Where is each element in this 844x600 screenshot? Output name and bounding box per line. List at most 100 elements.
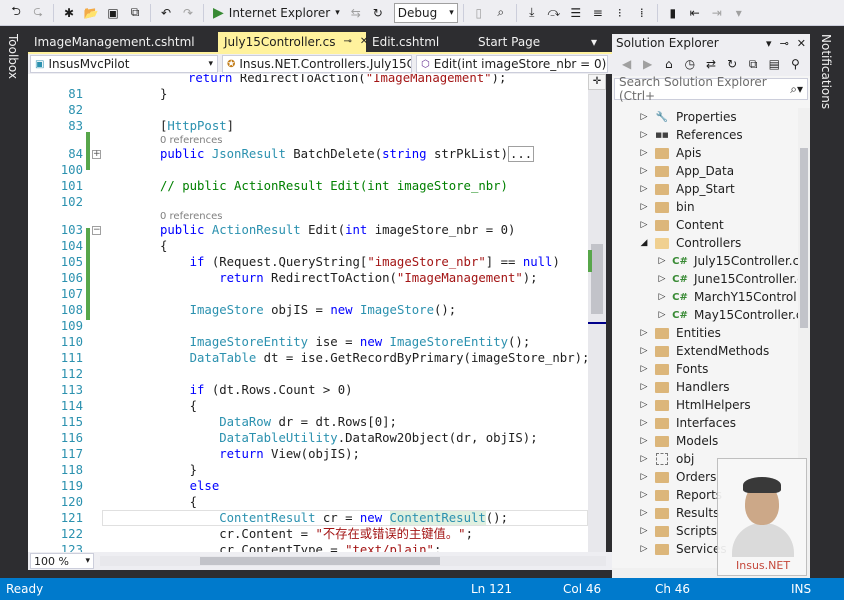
scroll-thumb[interactable] xyxy=(591,244,603,314)
editor-horizontal-scrollbar[interactable] xyxy=(100,556,606,566)
tree-item[interactable]: ▷ Content xyxy=(640,216,724,234)
tree-item[interactable]: ▷ App_Data xyxy=(640,162,735,180)
editor-vertical-scrollbar[interactable] xyxy=(588,74,606,552)
collapsed-arrow-icon[interactable]: ▷ xyxy=(640,184,648,194)
tab-july15controller[interactable]: July15Controller.cs ⊸ ✕ xyxy=(218,32,368,52)
history-icon[interactable]: ◷ xyxy=(681,55,698,73)
tab-overflow-icon[interactable]: ▾ xyxy=(584,32,604,52)
browser-link-icon[interactable]: ⇆ xyxy=(346,3,366,23)
split-view-icon[interactable]: ✛ xyxy=(588,74,606,90)
tree-item[interactable]: ▷ bin xyxy=(640,198,695,216)
collapsed-arrow-icon[interactable]: ▷ xyxy=(640,400,648,410)
tab-start-page[interactable]: Start Page xyxy=(472,32,572,52)
uncomment-icon[interactable]: ⁞ xyxy=(632,3,652,23)
collapsed-arrow-icon[interactable]: ▷ xyxy=(640,166,648,176)
tree-item[interactable]: ▷ Entities xyxy=(640,324,721,342)
collapsed-arrow-icon[interactable]: ▷ xyxy=(640,490,648,500)
tree-item[interactable]: ▷ Interfaces xyxy=(640,414,736,432)
dropdown-icon[interactable]: ▾ xyxy=(766,37,772,50)
collapsed-arrow-icon[interactable]: ▷ xyxy=(658,292,666,302)
collapsed-arrow-icon[interactable]: ▷ xyxy=(640,418,648,428)
pin-icon[interactable]: ⊸ xyxy=(780,37,789,50)
collapsed-arrow-icon[interactable]: ▷ xyxy=(640,508,648,518)
redo-icon[interactable]: ↷ xyxy=(178,3,198,23)
start-debug-button[interactable]: ▶ Internet Explorer ▾ xyxy=(209,3,344,23)
tree-item[interactable]: ▷ Models xyxy=(640,432,719,450)
tree-item[interactable]: ▷ HtmlHelpers xyxy=(640,396,751,414)
collapsed-arrow-icon[interactable]: ▷ xyxy=(640,112,648,122)
tree-item[interactable]: ▷ App_Start xyxy=(640,180,735,198)
collapsed-arrow-icon[interactable]: ▷ xyxy=(640,382,648,392)
step-over-icon[interactable]: ⤼ xyxy=(544,3,564,23)
collapsed-arrow-icon[interactable]: ▷ xyxy=(658,274,666,284)
sync-icon[interactable]: ⇄ xyxy=(702,55,719,73)
scroll-thumb[interactable] xyxy=(800,148,808,328)
tree-item[interactable]: ▷ C# May15Controller.c xyxy=(658,306,798,324)
tree-item[interactable]: ▷ 🔧 Properties xyxy=(640,108,737,126)
tree-item[interactable]: ▷ Reports xyxy=(640,486,723,504)
collapsed-arrow-icon[interactable]: ▷ xyxy=(658,310,666,320)
back-icon[interactable]: ◀ xyxy=(618,55,635,73)
bookmark-prev-icon[interactable]: ⇤ xyxy=(685,3,705,23)
tab-edit-cshtml[interactable]: Edit.cshtml xyxy=(366,32,472,52)
collapsed-arrow-icon[interactable]: ▷ xyxy=(640,346,648,356)
code-editor[interactable]: + − return RedirectToAction("ImageManage… xyxy=(28,74,606,552)
code-lens-references[interactable]: 0 references xyxy=(28,212,588,222)
toolbox-tab[interactable]: Toolbox xyxy=(6,34,20,79)
scroll-thumb[interactable] xyxy=(200,557,440,565)
refresh-icon[interactable]: ↻ xyxy=(368,3,388,23)
collapse-all-icon[interactable]: ⧉ xyxy=(745,55,762,73)
toolbar-overflow-icon[interactable]: ▾ xyxy=(729,3,749,23)
pin-icon[interactable]: ⊸ xyxy=(343,32,351,52)
tree-item[interactable]: ▷ Fonts xyxy=(640,360,709,378)
tree-item[interactable]: ▷ Results xyxy=(640,504,720,522)
expanded-arrow-icon[interactable]: ◢ xyxy=(640,238,648,248)
tree-item[interactable]: ▷ Scripts xyxy=(640,522,718,540)
collapsed-arrow-icon[interactable]: ▷ xyxy=(640,202,648,212)
tree-item[interactable]: ▷ Services xyxy=(640,540,727,558)
tree-item[interactable]: ▷ obj xyxy=(640,450,695,468)
open-file-icon[interactable]: 📂 xyxy=(81,3,101,23)
comment-icon[interactable]: ⁝ xyxy=(610,3,630,23)
properties-icon[interactable]: ⚲ xyxy=(787,55,804,73)
find-icon[interactable]: ⌕ xyxy=(491,3,511,23)
tree-item[interactable]: ◢ Controllers xyxy=(640,234,742,252)
code-lens-references[interactable]: 0 references xyxy=(28,136,588,146)
tree-item[interactable]: ▷ Apis xyxy=(640,144,702,162)
collapsed-arrow-icon[interactable]: ▷ xyxy=(640,130,648,140)
tree-item[interactable]: ▷ ■■ References xyxy=(640,126,743,144)
collapsed-arrow-icon[interactable]: ▷ xyxy=(640,526,648,536)
step-into-icon[interactable]: ⤓ xyxy=(522,3,542,23)
bookmark-next-icon[interactable]: ⇥ xyxy=(707,3,727,23)
collapsed-arrow-icon[interactable]: ▷ xyxy=(640,220,648,230)
collapsed-arrow-icon[interactable]: ▷ xyxy=(640,148,648,158)
collapsed-arrow-icon[interactable]: ▷ xyxy=(640,544,648,554)
save-all-icon[interactable]: ⧉ xyxy=(125,3,145,23)
new-project-icon[interactable]: ✱ xyxy=(59,3,79,23)
zoom-dropdown[interactable]: 100 % ▾ xyxy=(30,553,94,569)
show-all-files-icon[interactable]: ▤ xyxy=(766,55,783,73)
save-icon[interactable]: ▣ xyxy=(103,3,123,23)
bookmark-icon[interactable]: ▮ xyxy=(663,3,683,23)
forward-icon[interactable]: ▶ xyxy=(639,55,656,73)
back-icon[interactable]: ⮌ xyxy=(6,3,26,23)
collapsed-arrow-icon[interactable]: ▷ xyxy=(640,328,648,338)
tree-item[interactable]: ▷ C# MarchY15Control xyxy=(658,288,797,306)
solution-config-dropdown[interactable]: Debug ▾ xyxy=(393,2,458,23)
notifications-tab[interactable]: Notifications xyxy=(819,34,833,109)
collapsed-arrow-icon[interactable]: ▷ xyxy=(640,436,648,446)
project-dropdown[interactable]: ▣ InsusMvcPilot ▾ xyxy=(30,55,218,73)
solution-search-input[interactable]: Search Solution Explorer (Ctrl+ ⌕▾ xyxy=(614,75,808,103)
collapsed-arrow-icon[interactable]: ▷ xyxy=(658,256,666,266)
collapsed-arrow-icon[interactable]: ▷ xyxy=(640,364,648,374)
forward-icon[interactable]: ⮎ xyxy=(28,3,48,23)
tree-item[interactable]: ▷ C# July15Controller.c xyxy=(658,252,798,270)
tree-item[interactable]: ▷ Orders xyxy=(640,468,717,486)
close-icon[interactable]: ✕ xyxy=(797,37,806,50)
collapsed-arrow-icon[interactable]: ▷ xyxy=(640,472,648,482)
outdent-icon[interactable]: ≡ xyxy=(588,3,608,23)
tab-imagemanagement[interactable]: ImageManagement.cshtml xyxy=(28,32,218,52)
tree-item[interactable]: ▷ ExtendMethods xyxy=(640,342,770,360)
tree-item[interactable]: ▷ Handlers xyxy=(640,378,730,396)
member-dropdown[interactable]: ⬡ Edit(int imageStore_nbr = 0) ▾ xyxy=(416,55,608,73)
